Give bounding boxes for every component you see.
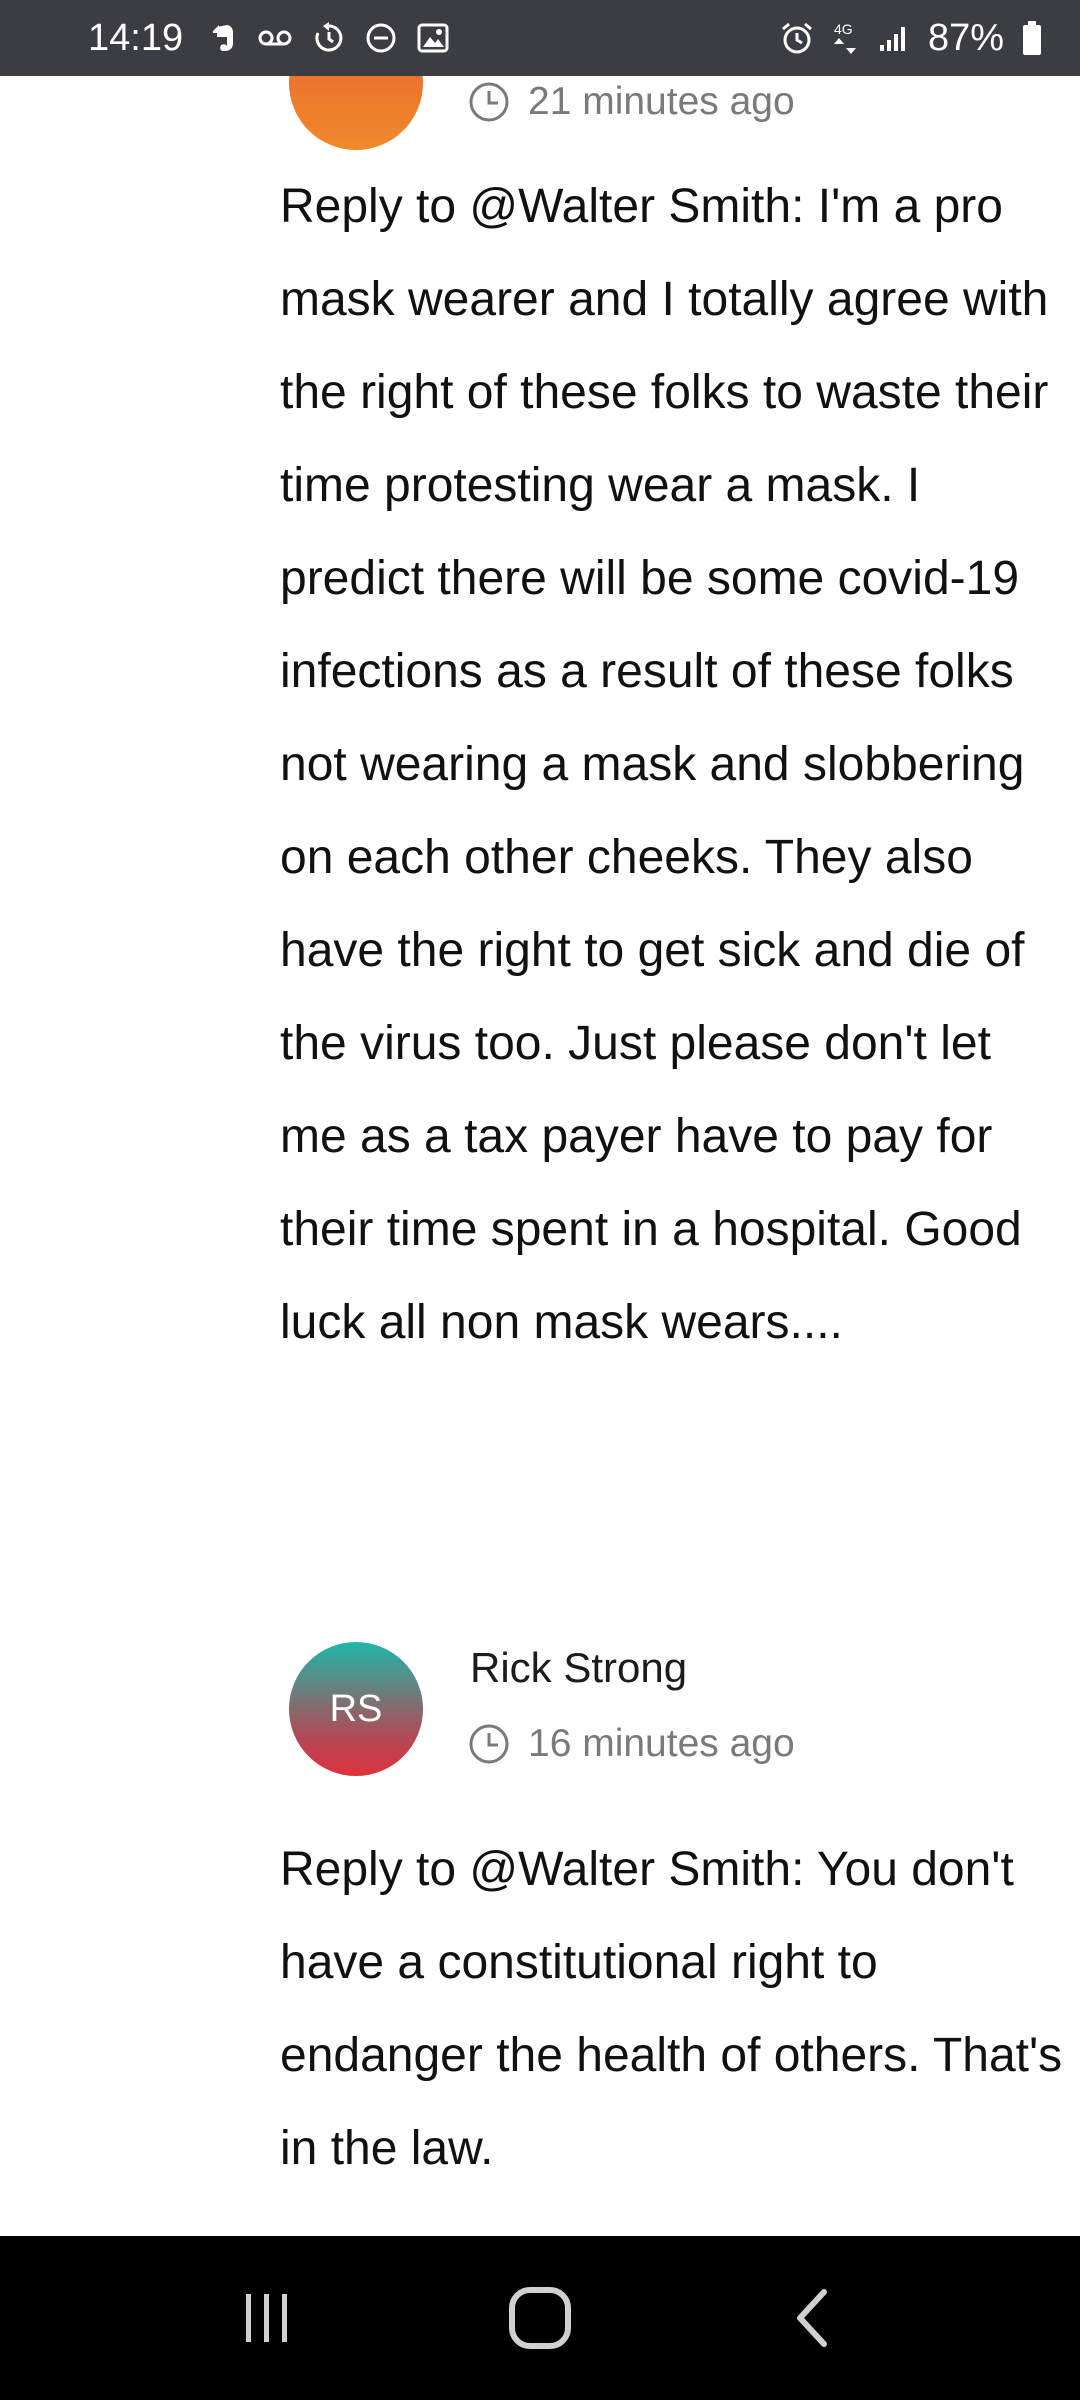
battery-icon [1022,21,1042,55]
clock-icon [469,1724,509,1764]
comments-list[interactable]: 21 minutes ago Reply to @Walter Smith: I… [0,76,1080,2236]
avatar[interactable] [289,76,423,150]
navigation-bar [0,2236,1080,2400]
network-type-label: 4G [834,21,853,37]
voicemail-icon [257,27,293,49]
clock-icon [469,82,509,122]
time-ago: 16 minutes ago [528,1722,795,1765]
home-button[interactable] [480,2258,600,2378]
battery-percent: 87% [927,16,1004,59]
do-not-disturb-icon [365,22,397,54]
comment-text: Reply to @Walter Smith: You don't have a… [280,1843,1063,2175]
comment-timestamp: 21 minutes ago [468,80,795,124]
alarm-icon [780,21,814,55]
signal-icon [878,23,910,53]
status-bar: 14:19 4G 87% [0,0,1080,76]
avatar[interactable]: RS [289,1642,423,1776]
evernote-icon [211,23,237,53]
4g-data-icon: 4G [832,20,860,56]
comment-author[interactable]: Rick Strong [470,1644,687,1692]
comment-timestamp: 16 minutes ago [468,1722,795,1766]
back-icon [797,2289,828,2347]
system-icons: 4G 87% [780,17,1042,60]
image-icon [417,23,449,53]
notification-icons [211,22,449,54]
time-ago: 21 minutes ago [528,80,795,123]
recent-apps-button[interactable] [207,2258,327,2378]
comment-text: Reply to @Walter Smith: I'm a pro mask w… [280,180,1049,1349]
status-time: 14:19 [88,16,184,59]
back-button[interactable] [753,2258,873,2378]
sync-icon [313,22,345,54]
avatar-initials: RS [329,1687,383,1730]
recent-apps-icon [245,2294,287,2342]
home-icon [508,2287,571,2349]
